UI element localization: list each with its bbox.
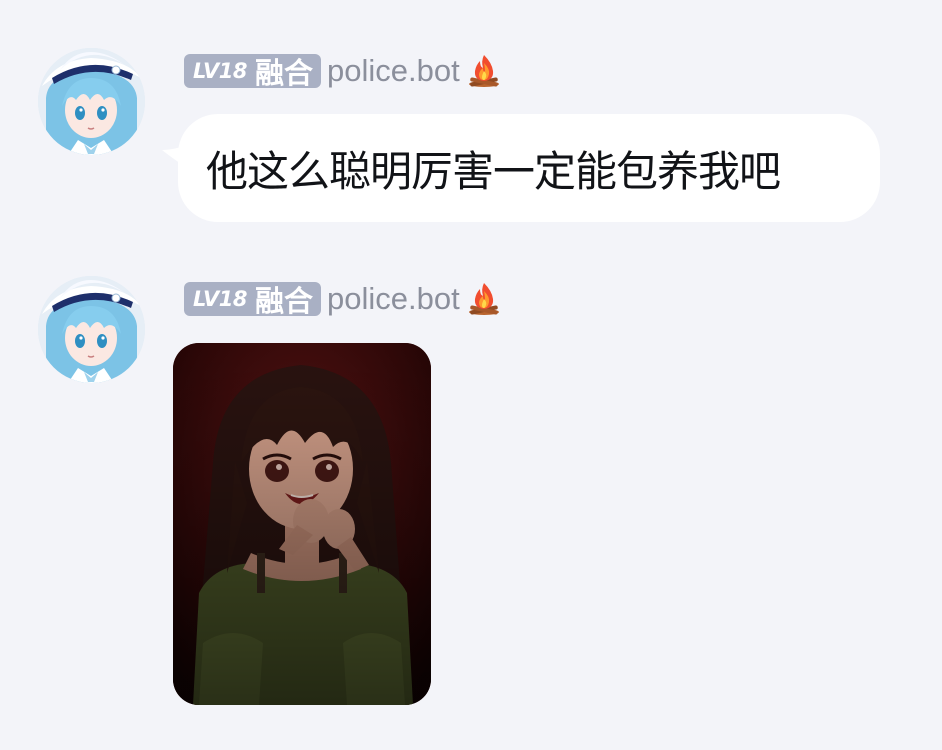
level-title: 融合 — [254, 56, 313, 90]
fire-icon — [468, 55, 499, 87]
anime-girl-avatar-icon — [38, 48, 145, 155]
message-image[interactable] — [173, 343, 431, 705]
anime-girl-avatar-icon — [38, 276, 145, 383]
message-text: 他这么聪明厉害一定能包养我吧 — [206, 146, 781, 196]
level-badge: LV18 融合 — [184, 282, 321, 318]
level-text: LV18 — [193, 287, 247, 311]
level-text: LV18 — [193, 59, 247, 83]
username[interactable]: police.bot — [327, 281, 460, 317]
chat-view: LV18 融合 police.bot 他这么聪明厉害一定能包养我吧 LV18 融… — [0, 0, 942, 750]
level-badge: LV18 融合 — [184, 54, 321, 90]
anime-girl-image — [173, 343, 431, 705]
avatar[interactable] — [38, 276, 145, 383]
message-header: LV18 融合 police.bot — [184, 281, 502, 318]
fire-icon — [468, 283, 499, 315]
avatar[interactable] — [38, 48, 145, 155]
message-bubble[interactable]: 他这么聪明厉害一定能包养我吧 — [178, 114, 880, 222]
username[interactable]: police.bot — [327, 53, 460, 89]
level-title: 融合 — [254, 284, 313, 318]
message-header: LV18 融合 police.bot — [184, 53, 502, 90]
